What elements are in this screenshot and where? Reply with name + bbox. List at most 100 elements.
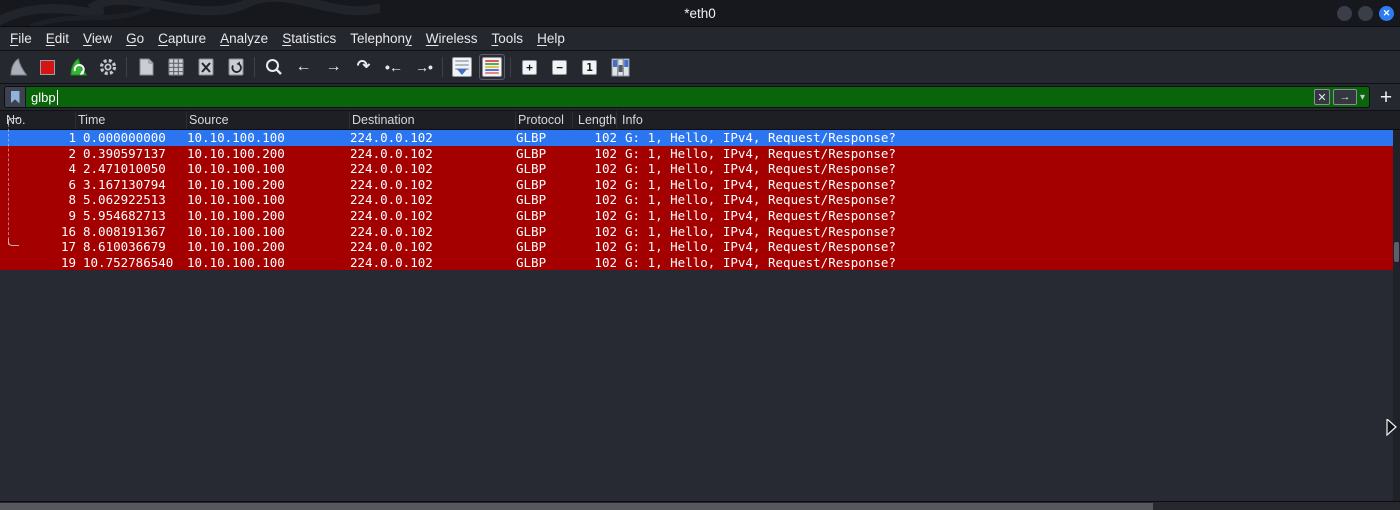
menu-item-analyze[interactable]: Analyze bbox=[213, 29, 275, 48]
cell-protocol: GLBP bbox=[516, 130, 573, 146]
cell-source: 10.10.100.200 bbox=[187, 239, 350, 255]
cell-time: 2.471010050 bbox=[76, 161, 187, 177]
open-file-icon[interactable] bbox=[131, 53, 160, 81]
cell-length: 102 bbox=[573, 192, 617, 208]
restart-capture-icon[interactable] bbox=[63, 53, 92, 81]
column-header-destination[interactable]: Destination bbox=[350, 111, 516, 129]
close-file-icon[interactable] bbox=[191, 53, 220, 81]
stop-capture-icon[interactable] bbox=[33, 53, 62, 81]
menu-item-wireless[interactable]: Wireless bbox=[419, 29, 485, 48]
filter-value[interactable]: glbp bbox=[26, 90, 56, 105]
display-filter-input[interactable]: glbp ✕ → ▾ bbox=[4, 86, 1370, 108]
packet-list: No.TimeSourceDestinationProtocolLengthIn… bbox=[0, 111, 1400, 501]
cell-destination: 224.0.0.102 bbox=[350, 208, 516, 224]
minimize-button[interactable] bbox=[1337, 6, 1352, 21]
cell-info: G: 1, Hello, IPv4, Request/Response? bbox=[617, 192, 1400, 208]
start-capture-icon[interactable] bbox=[3, 53, 32, 81]
menu-item-capture[interactable]: Capture bbox=[151, 29, 213, 48]
cell-info: G: 1, Hello, IPv4, Request/Response? bbox=[617, 208, 1400, 224]
toolbar-separator bbox=[510, 57, 511, 77]
column-header-length[interactable]: Length bbox=[573, 111, 617, 129]
cell-no: 6 bbox=[0, 177, 76, 193]
cell-protocol: GLBP bbox=[516, 146, 573, 162]
toolbar-separator bbox=[254, 57, 255, 77]
menu-bar: FileEditViewGoCaptureAnalyzeStatisticsTe… bbox=[0, 27, 1400, 51]
menu-item-statistics[interactable]: Statistics bbox=[275, 29, 343, 48]
column-header-time[interactable]: Time bbox=[76, 111, 187, 129]
cell-source: 10.10.100.100 bbox=[187, 161, 350, 177]
cell-source: 10.10.100.100 bbox=[187, 192, 350, 208]
menu-item-file[interactable]: File bbox=[3, 29, 39, 48]
cell-destination: 224.0.0.102 bbox=[350, 130, 516, 146]
packet-row-8[interactable]: 85.06292251310.10.100.100224.0.0.102GLBP… bbox=[0, 192, 1400, 208]
resize-columns-icon[interactable] bbox=[605, 53, 634, 81]
cell-protocol: GLBP bbox=[516, 255, 573, 271]
cell-protocol: GLBP bbox=[516, 161, 573, 177]
toolbar-separator bbox=[442, 57, 443, 77]
go-last-packet-icon[interactable]: →• bbox=[409, 53, 438, 81]
horizontal-scrollbar[interactable] bbox=[0, 501, 1400, 510]
add-filter-button[interactable]: + bbox=[1376, 87, 1396, 108]
cell-no: 8 bbox=[0, 192, 76, 208]
filter-clear-icon[interactable]: ✕ bbox=[1314, 89, 1330, 105]
cell-destination: 224.0.0.102 bbox=[350, 239, 516, 255]
cell-no: 16 bbox=[0, 224, 76, 240]
menu-item-edit[interactable]: Edit bbox=[39, 29, 76, 48]
cell-protocol: GLBP bbox=[516, 192, 573, 208]
cell-source: 10.10.100.200 bbox=[187, 208, 350, 224]
column-header-protocol[interactable]: Protocol bbox=[516, 111, 573, 129]
packet-row-1[interactable]: 10.00000000010.10.100.100224.0.0.102GLBP… bbox=[0, 130, 1400, 146]
vertical-scrollbar[interactable] bbox=[1393, 130, 1400, 501]
cell-info: G: 1, Hello, IPv4, Request/Response? bbox=[617, 255, 1400, 271]
cell-info: G: 1, Hello, IPv4, Request/Response? bbox=[617, 130, 1400, 146]
capture-options-gear-icon[interactable] bbox=[93, 53, 122, 81]
go-first-packet-icon[interactable]: •← bbox=[379, 53, 408, 81]
filter-dropdown-icon[interactable]: ▾ bbox=[1360, 92, 1365, 103]
menu-item-tools[interactable]: Tools bbox=[485, 29, 531, 48]
title-bar: *eth0 ✕ bbox=[0, 0, 1400, 27]
cell-length: 102 bbox=[573, 255, 617, 271]
cell-source: 10.10.100.100 bbox=[187, 224, 350, 240]
menu-item-telephony[interactable]: Telephony bbox=[343, 29, 419, 48]
cell-info: G: 1, Hello, IPv4, Request/Response? bbox=[617, 161, 1400, 177]
horizontal-scrollbar-thumb[interactable] bbox=[0, 503, 1153, 510]
column-header-source[interactable]: Source bbox=[187, 111, 350, 129]
filter-bookmark-icon[interactable] bbox=[5, 87, 26, 107]
packet-row-9[interactable]: 95.95468271310.10.100.200224.0.0.102GLBP… bbox=[0, 208, 1400, 224]
cell-time: 0.390597137 bbox=[76, 146, 187, 162]
vertical-scrollbar-thumb[interactable] bbox=[1394, 242, 1399, 262]
menu-item-help[interactable]: Help bbox=[530, 29, 572, 48]
zoom-in-icon[interactable]: + bbox=[515, 53, 544, 81]
auto-scroll-icon[interactable] bbox=[447, 53, 476, 81]
packet-row-4[interactable]: 42.47101005010.10.100.100224.0.0.102GLBP… bbox=[0, 161, 1400, 177]
colorize-packets-icon[interactable] bbox=[477, 53, 506, 81]
toolbar-separator bbox=[126, 57, 127, 77]
cell-time: 10.752786540 bbox=[76, 255, 187, 271]
close-button[interactable]: ✕ bbox=[1379, 6, 1394, 21]
packet-row-17[interactable]: 178.61003667910.10.100.200224.0.0.102GLB… bbox=[0, 239, 1400, 255]
column-header-info[interactable]: Info bbox=[617, 111, 1400, 129]
go-to-packet-icon[interactable]: ↷ bbox=[349, 53, 378, 81]
filter-apply-icon[interactable]: → bbox=[1333, 89, 1357, 105]
find-packet-icon[interactable] bbox=[259, 53, 288, 81]
cell-destination: 224.0.0.102 bbox=[350, 161, 516, 177]
cell-info: G: 1, Hello, IPv4, Request/Response? bbox=[617, 224, 1400, 240]
packet-row-2[interactable]: 20.39059713710.10.100.200224.0.0.102GLBP… bbox=[0, 146, 1400, 162]
go-back-icon[interactable]: ← bbox=[289, 53, 318, 81]
menu-item-view[interactable]: View bbox=[76, 29, 119, 48]
packet-row-19[interactable]: 1910.75278654010.10.100.100224.0.0.102GL… bbox=[0, 255, 1400, 271]
go-forward-icon[interactable]: → bbox=[319, 53, 348, 81]
packet-row-16[interactable]: 168.00819136710.10.100.100224.0.0.102GLB… bbox=[0, 224, 1400, 240]
cell-no: 2 bbox=[0, 146, 76, 162]
save-file-icon[interactable] bbox=[161, 53, 190, 81]
cell-no: 4 bbox=[0, 161, 76, 177]
packet-row-6[interactable]: 63.16713079410.10.100.200224.0.0.102GLBP… bbox=[0, 177, 1400, 193]
zoom-out-icon[interactable]: − bbox=[545, 53, 574, 81]
zoom-normal-icon[interactable]: 1 bbox=[575, 53, 604, 81]
cell-source: 10.10.100.100 bbox=[187, 130, 350, 146]
reload-file-icon[interactable] bbox=[221, 53, 250, 81]
cell-time: 5.062922513 bbox=[76, 192, 187, 208]
menu-item-go[interactable]: Go bbox=[119, 29, 151, 48]
text-caret bbox=[57, 90, 58, 105]
maximize-button[interactable] bbox=[1358, 6, 1373, 21]
